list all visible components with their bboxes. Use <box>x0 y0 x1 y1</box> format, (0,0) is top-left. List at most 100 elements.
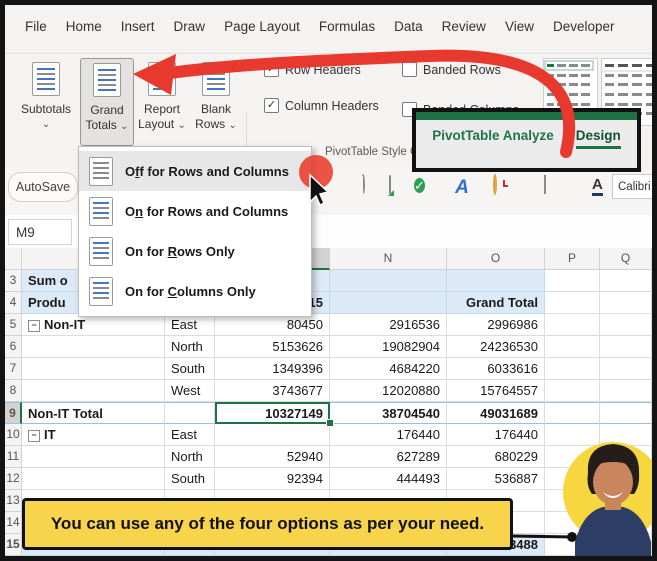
cell[interactable]: 2916536 <box>330 314 447 336</box>
cell[interactable] <box>545 490 600 512</box>
cell[interactable] <box>600 314 652 336</box>
cell[interactable] <box>545 534 600 556</box>
cell[interactable]: 3743677 <box>215 380 330 402</box>
row-header[interactable]: 6 <box>5 336 22 358</box>
cell[interactable] <box>545 512 600 534</box>
cell[interactable] <box>215 424 330 446</box>
cell[interactable] <box>545 292 600 314</box>
subtotals-button[interactable]: Subtotals ⌄ <box>14 58 78 132</box>
cell[interactable] <box>600 402 652 424</box>
cell[interactable]: South <box>165 358 215 380</box>
row-header[interactable]: 7 <box>5 358 22 380</box>
clock-icon[interactable] <box>492 176 516 200</box>
cell[interactable]: 49031689 <box>447 402 545 424</box>
collapse-icon[interactable]: − <box>28 320 40 332</box>
cell[interactable] <box>600 292 652 314</box>
cell[interactable]: Grand Total <box>447 292 545 314</box>
menu-page-layout[interactable]: Page Layout <box>224 19 300 34</box>
cell[interactable]: South <box>165 468 215 490</box>
new-document-icon[interactable] <box>386 176 410 200</box>
cell[interactable]: West <box>165 380 215 402</box>
cell[interactable] <box>545 314 600 336</box>
cell[interactable]: −Non-IT <box>22 314 165 336</box>
cell[interactable]: 12020880 <box>330 380 447 402</box>
cell[interactable] <box>545 380 600 402</box>
row-header[interactable]: 4 <box>5 292 22 314</box>
cell[interactable]: North <box>165 446 215 468</box>
cell[interactable]: 6033616 <box>447 358 545 380</box>
row-header[interactable]: 13 <box>5 490 22 512</box>
cell[interactable]: 627289 <box>330 446 447 468</box>
cell[interactable]: East <box>165 424 215 446</box>
cell[interactable]: 38704540 <box>330 402 447 424</box>
menu-formulas[interactable]: Formulas <box>319 19 375 34</box>
cell[interactable] <box>545 336 600 358</box>
cell[interactable] <box>545 402 600 424</box>
cell[interactable] <box>600 534 652 556</box>
collapse-icon[interactable]: − <box>28 430 40 442</box>
cell[interactable]: 4684220 <box>330 358 447 380</box>
cell[interactable] <box>22 468 165 490</box>
column-header-p[interactable]: P <box>545 248 600 270</box>
column-header-o[interactable]: O <box>447 248 545 270</box>
cell[interactable] <box>545 446 600 468</box>
autosave-toggle[interactable]: AutoSave <box>8 172 78 202</box>
row-header[interactable]: 9 <box>5 402 22 424</box>
cell[interactable] <box>447 270 545 292</box>
column-header-q[interactable]: Q <box>600 248 652 270</box>
cell[interactable]: 80450 <box>215 314 330 336</box>
cell[interactable]: East <box>165 314 215 336</box>
cell[interactable]: 680229 <box>447 446 545 468</box>
row-header[interactable]: 12 <box>5 468 22 490</box>
cell[interactable] <box>330 292 447 314</box>
blank-rows-button[interactable]: Blank Rows ⌄ <box>191 58 241 133</box>
row-header[interactable]: 10 <box>5 424 22 446</box>
cell[interactable]: 536887 <box>447 468 545 490</box>
menu-item-on-columns-only[interactable]: On for Columns Only <box>79 271 311 311</box>
cell[interactable]: North <box>165 336 215 358</box>
menu-data[interactable]: Data <box>394 19 423 34</box>
cell[interactable]: 19082904 <box>330 336 447 358</box>
menu-file[interactable]: File <box>25 19 47 34</box>
menu-draw[interactable]: Draw <box>174 19 206 34</box>
row-header[interactable]: 5 <box>5 314 22 336</box>
menu-item-off-rows-columns[interactable]: Off for Rows and Columns <box>79 151 311 191</box>
cell[interactable] <box>165 402 215 424</box>
cell[interactable]: 2996986 <box>447 314 545 336</box>
row-headers-checkbox[interactable]: ✓ Row Headers <box>264 62 361 77</box>
cell[interactable] <box>22 336 165 358</box>
row-header[interactable]: 15 <box>5 534 22 556</box>
cell[interactable] <box>600 380 652 402</box>
fill-handle[interactable] <box>326 419 334 427</box>
cell[interactable] <box>600 512 652 534</box>
tab-pivottable-analyze[interactable]: PivotTable Analyze <box>432 128 554 149</box>
menu-view[interactable]: View <box>505 19 534 34</box>
cell[interactable] <box>545 358 600 380</box>
cell[interactable]: Non-IT Total <box>22 402 165 424</box>
cell[interactable]: 1349396 <box>215 358 330 380</box>
menu-developer[interactable]: Developer <box>553 19 615 34</box>
font-name-combobox[interactable]: Calibri <box>612 174 657 199</box>
report-layout-button[interactable]: Report Layout ⌄ <box>135 58 189 133</box>
font-color-a-icon[interactable]: A <box>588 176 612 200</box>
grand-totals-button[interactable]: Grand Totals ⌄ <box>80 58 134 146</box>
cell[interactable]: 24236530 <box>447 336 545 358</box>
cell[interactable]: 15764557 <box>447 380 545 402</box>
cell[interactable]: 52940 <box>215 446 330 468</box>
row-header[interactable]: 8 <box>5 380 22 402</box>
check-badge-icon[interactable]: ✓ <box>412 176 436 200</box>
column-header-n[interactable]: N <box>330 248 447 270</box>
cell[interactable] <box>600 358 652 380</box>
cell[interactable] <box>600 336 652 358</box>
cell[interactable] <box>600 490 652 512</box>
banded-rows-checkbox[interactable]: Banded Rows <box>402 62 501 77</box>
redo-icon[interactable] <box>358 176 382 200</box>
cell[interactable] <box>600 468 652 490</box>
cell[interactable] <box>545 468 600 490</box>
menu-insert[interactable]: Insert <box>121 19 155 34</box>
cell[interactable] <box>22 358 165 380</box>
cell[interactable]: −IT <box>22 424 165 446</box>
cell[interactable] <box>22 380 165 402</box>
column-headers-checkbox[interactable]: ✓ Column Headers <box>264 98 379 113</box>
row-header[interactable]: 14 <box>5 512 22 534</box>
